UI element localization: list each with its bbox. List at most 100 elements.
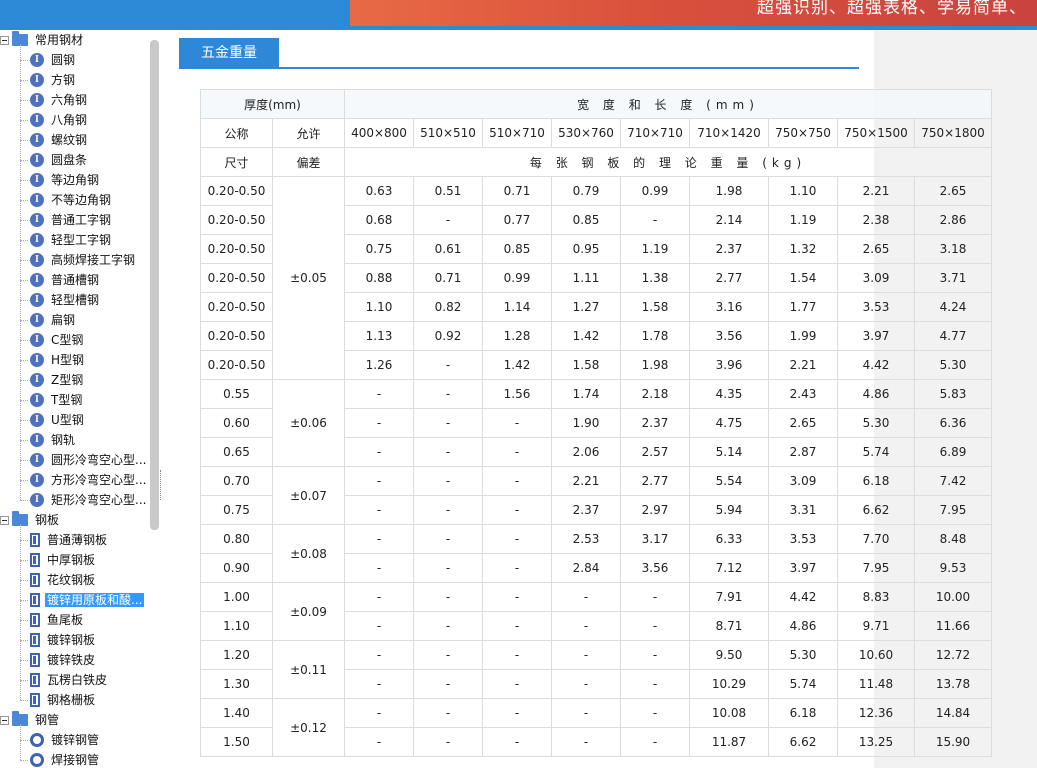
nominal-size-header-1: 公称: [200, 118, 273, 148]
tree-item[interactable]: I C型钢: [20, 330, 85, 350]
tree-item[interactable]: 镀锌用原板和酸...: [20, 590, 145, 610]
weight-cell: -: [551, 727, 621, 757]
category-tree[interactable]: 常用钢材 I 圆钢 I 方钢 I 六角钢 I 八角钢 I 螺纹钢 I 圆盘条 I 等边角钢 I 不等边角钢 I 普通…: [0, 30, 162, 768]
tree-item[interactable]: I H型钢: [20, 350, 86, 370]
weight-cell: 8.48: [913, 524, 993, 554]
weight-cell: 12.36: [837, 698, 915, 728]
tree-item[interactable]: I 圆形冷弯空心型...: [20, 450, 148, 470]
tree-item-label: 钢管: [35, 713, 60, 727]
tree-item[interactable]: I 六角钢: [20, 90, 89, 110]
tree-connector: [20, 700, 28, 701]
weight-cell: 4.42: [768, 582, 838, 612]
tree-item[interactable]: I 轻型工字钢: [20, 230, 113, 250]
tree-item[interactable]: I 方形冷弯空心型...: [20, 470, 148, 490]
weight-cell: -: [344, 379, 414, 409]
tab-hardware-weight[interactable]: 五金重量: [179, 38, 279, 68]
weight-cell: 1.78: [620, 321, 690, 351]
header-row-2: 公称 允许 400×800 510×510 510×710 530×760 710×71…: [200, 118, 993, 148]
weight-cell: 1.38: [620, 263, 690, 293]
tree-item[interactable]: 焊接钢管: [20, 750, 101, 768]
weight-cell: 2.21: [551, 466, 621, 496]
tree-item[interactable]: I 螺纹钢: [20, 130, 89, 150]
tree-item[interactable]: 镀锌钢管: [20, 730, 101, 750]
tree-item[interactable]: I 矩形冷弯空心型...: [20, 490, 148, 510]
tree-connector: [20, 440, 28, 441]
weight-cell: 2.21: [768, 350, 838, 380]
tree-item[interactable]: 镀锌钢板: [20, 630, 97, 650]
tree-item[interactable]: 普通薄钢板: [20, 530, 109, 550]
weight-cell: 3.53: [768, 524, 838, 554]
tree-item-label: 方钢: [51, 73, 76, 87]
tree-item[interactable]: 钢格栅板: [20, 690, 97, 710]
weight-cell: -: [413, 379, 483, 409]
tree-connector: [20, 120, 28, 121]
tree-item[interactable]: I 普通槽钢: [20, 270, 101, 290]
tree-item[interactable]: I 圆盘条: [20, 150, 89, 170]
tree-connector: [20, 60, 28, 61]
tree-item[interactable]: I U型钢: [20, 410, 86, 430]
banner-slogan: 超强识别、超强表格、学易简单、: [757, 0, 1027, 18]
weight-cell: 2.86: [913, 205, 993, 235]
collapse-icon[interactable]: [0, 516, 9, 525]
ad-banner[interactable]: 超强识别、超强表格、学易简单、: [350, 0, 1037, 26]
tree-item[interactable]: I Z型钢: [20, 370, 85, 390]
weight-cell: 10.08: [689, 698, 769, 728]
weight-cell: 0.99: [620, 176, 690, 206]
tree-folder[interactable]: 常用钢材: [0, 30, 85, 50]
weight-cell: 1.74: [551, 379, 621, 409]
weight-cell: -: [413, 350, 483, 380]
tree-item[interactable]: I 八角钢: [20, 110, 89, 130]
tree-item-label: 普通工字钢: [51, 213, 112, 227]
tree-item-label: 常用钢材: [35, 33, 84, 47]
i-beam-icon: I: [30, 192, 44, 207]
weight-cell: 7.42: [913, 466, 993, 496]
tree-item[interactable]: I 轻型槽钢: [20, 290, 101, 310]
tree-item[interactable]: I T型钢: [20, 390, 84, 410]
tree-item[interactable]: I 高频焊接工字钢: [20, 250, 137, 270]
weight-cell: -: [482, 611, 552, 641]
tree-item[interactable]: I 等边角钢: [20, 170, 101, 190]
weight-cell: -: [344, 611, 414, 641]
tree-item[interactable]: I 圆钢: [20, 50, 77, 70]
tree-item[interactable]: 镀锌铁皮: [20, 650, 97, 670]
tree-connector: [20, 80, 28, 81]
weight-cell: 1.58: [551, 350, 621, 380]
weight-cell: 1.99: [768, 321, 838, 351]
tree-item[interactable]: 中厚钢板: [20, 550, 97, 570]
weight-cell: 3.09: [837, 263, 915, 293]
weight-cell: -: [482, 640, 552, 670]
tree-item[interactable]: I 钢轨: [20, 430, 77, 450]
table-row: 0.55 ±0.06- -1.56 1.74 2.18 4.35 2.43 4.86 5.83: [200, 379, 993, 467]
weight-cell: -: [620, 669, 690, 699]
weight-cell: 1.14: [482, 292, 552, 322]
weight-cell: 4.42: [837, 350, 915, 380]
weight-cell: 4.24: [913, 292, 993, 322]
weight-cell: 0.88: [344, 263, 414, 293]
weight-cell: -: [413, 205, 483, 235]
weight-cell: -: [413, 553, 483, 583]
weight-cell: 0.63: [344, 176, 414, 206]
collapse-icon[interactable]: [0, 36, 9, 45]
weight-cell: -: [482, 495, 552, 525]
weight-cell: 5.54: [689, 466, 769, 496]
weight-cell: 2.43: [768, 379, 838, 409]
weight-cell: -: [551, 698, 621, 728]
weight-cell: 2.87: [768, 437, 838, 467]
tree-item[interactable]: I 不等边角钢: [20, 190, 113, 210]
i-beam-icon: I: [30, 292, 44, 307]
weight-cell: 1.19: [620, 234, 690, 264]
tree-item[interactable]: 瓦楞白铁皮: [20, 670, 109, 690]
weight-cell: 11.87: [689, 727, 769, 757]
tree-item[interactable]: 花纹钢板: [20, 570, 97, 590]
collapse-icon[interactable]: [0, 716, 9, 725]
i-beam-icon: I: [30, 92, 44, 107]
tree-connector: [20, 320, 28, 321]
tree-scrollbar[interactable]: [150, 40, 159, 530]
tree-item[interactable]: 鱼尾板: [20, 610, 85, 630]
tree-connector: [20, 660, 28, 661]
tree-item[interactable]: I 方钢: [20, 70, 77, 90]
tree-item[interactable]: I 普通工字钢: [20, 210, 113, 230]
weight-cell: 4.35: [689, 379, 769, 409]
weight-cell: 10.60: [837, 640, 915, 670]
tree-item[interactable]: I 扁钢: [20, 310, 77, 330]
